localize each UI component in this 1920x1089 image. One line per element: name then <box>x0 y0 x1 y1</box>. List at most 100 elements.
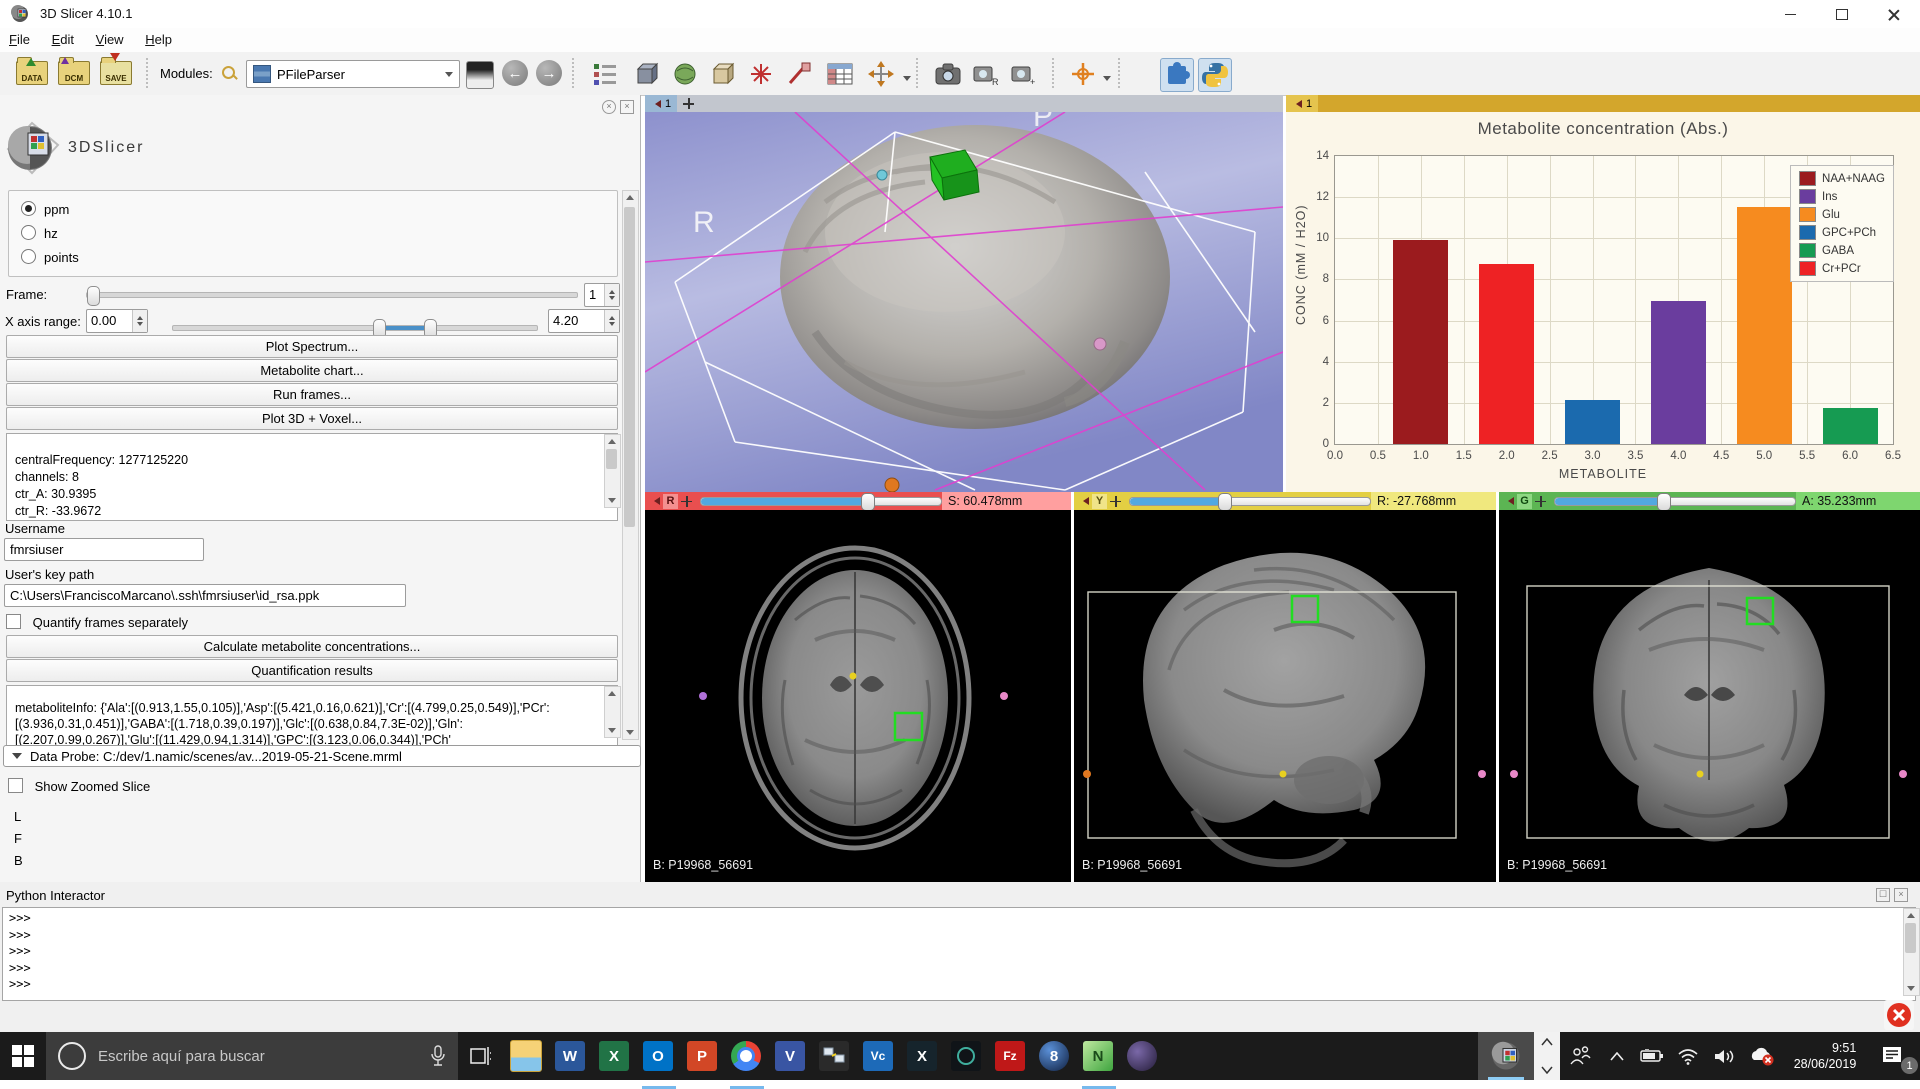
taskbar-app-outlook[interactable]: O <box>636 1032 680 1080</box>
extensions-button[interactable] <box>1160 58 1194 92</box>
radio-ppm[interactable]: ppm <box>21 201 69 217</box>
username-input[interactable]: fmrsiuser <box>4 538 204 561</box>
frame-slider[interactable] <box>86 292 578 298</box>
annotations-icon[interactable] <box>786 61 812 87</box>
info-scrollbar[interactable] <box>604 434 621 508</box>
capture-settings-icon[interactable]: + <box>1010 61 1038 87</box>
menu-file[interactable]: File <box>0 28 39 51</box>
taskbar-slicer-button[interactable] <box>1478 1032 1534 1080</box>
menu-edit[interactable]: Edit <box>43 28 83 51</box>
brain-atlas-icon[interactable] <box>672 61 698 87</box>
header-info-box[interactable]: centralFrequency: 1277125220 channels: 8… <box>6 433 618 521</box>
forward-button[interactable]: → <box>536 60 562 86</box>
battery-tray-icon[interactable] <box>1634 1032 1670 1080</box>
volume-module-icon[interactable] <box>710 61 736 87</box>
tables-icon[interactable] <box>826 61 854 87</box>
pin-icon[interactable] <box>1504 497 1514 505</box>
metabolite-chart-button[interactable]: Metabolite chart... <box>6 359 618 382</box>
threed-view[interactable]: 1 R P <box>645 95 1283 492</box>
markups-icon[interactable] <box>748 61 774 87</box>
panel-undock-icon[interactable]: × <box>602 100 616 114</box>
taskbar-app-filezilla[interactable]: Fz <box>988 1032 1032 1080</box>
clock[interactable]: 9:51 28/06/2019 <box>1782 1032 1868 1080</box>
yellow-slice-tab[interactable]: Y <box>1092 494 1107 509</box>
taskbar-search[interactable]: Escribe aquí para buscar <box>46 1032 458 1080</box>
panel-undock-icon[interactable]: ☐ <box>1876 888 1890 902</box>
quantify-checkbox[interactable]: Quantify frames separately <box>6 614 188 630</box>
wifi-tray-icon[interactable] <box>1670 1032 1706 1080</box>
people-button[interactable] <box>1560 1032 1600 1080</box>
python-scrollbar[interactable] <box>1903 908 1920 996</box>
volume-tray-icon[interactable] <box>1706 1032 1742 1080</box>
slice-menu-icon[interactable] <box>681 496 692 507</box>
scene-views-icon[interactable] <box>634 61 660 87</box>
taskbar-app-mplab[interactable]: X <box>900 1032 944 1080</box>
green-slice-slider[interactable] <box>1554 497 1796 506</box>
taskbar-app-word[interactable]: W <box>548 1032 592 1080</box>
module-selector[interactable]: PFileParser <box>246 60 460 88</box>
screen-capture-icon[interactable] <box>934 61 962 87</box>
close-button[interactable] <box>1868 0 1920 28</box>
module-history-icon[interactable] <box>592 61 618 87</box>
chevron-down-icon[interactable] <box>903 76 911 85</box>
radio-hz[interactable]: hz <box>21 225 58 241</box>
crosshair-icon[interactable] <box>1070 61 1096 87</box>
frame-spinbox[interactable]: 1 <box>584 283 620 307</box>
green-slice-tab[interactable]: G <box>1517 494 1532 509</box>
plot-spectrum-button[interactable]: Plot Spectrum... <box>6 335 618 358</box>
metabolite-info-box[interactable]: metaboliteInfo: {'Ala':[(0.913,1.55,0.10… <box>6 685 618 751</box>
metabolite-scrollbar[interactable] <box>604 686 621 738</box>
load-data-button[interactable]: DATA <box>16 61 48 85</box>
taskbar-app-putty[interactable] <box>812 1032 856 1080</box>
xaxis-max-spinbox[interactable]: 4.20 <box>548 309 620 333</box>
taskbar-app-vnc[interactable]: Vc <box>856 1032 900 1080</box>
task-view-button[interactable] <box>458 1032 504 1080</box>
threed-view-tab[interactable]: 1 <box>645 95 677 112</box>
panel-close-icon[interactable]: × <box>1894 888 1908 902</box>
chevron-down-icon[interactable] <box>1103 76 1111 85</box>
taskbar-app-notepadpp[interactable]: N <box>1076 1032 1120 1080</box>
menu-view[interactable]: View <box>87 28 133 51</box>
chart-view-tab[interactable]: 1 <box>1286 95 1318 112</box>
xaxis-range-slider[interactable] <box>172 325 538 331</box>
taskbar-app-gns3[interactable] <box>944 1032 988 1080</box>
back-button[interactable]: ← <box>502 60 528 86</box>
red-slice-tab[interactable]: R <box>663 494 678 509</box>
radio-points[interactable]: points <box>21 249 79 265</box>
slider-handle[interactable] <box>1218 493 1232 511</box>
taskbar-app-bitvise[interactable]: 8 <box>1032 1032 1076 1080</box>
data-probe-collapsible[interactable]: Data Probe: C:/dev/1.namic/scenes/av...2… <box>3 745 641 767</box>
taskbar-app-visio[interactable]: V <box>768 1032 812 1080</box>
show-zoomed-checkbox[interactable]: Show Zoomed Slice <box>8 778 150 794</box>
tray-expand-button[interactable] <box>1600 1032 1634 1080</box>
maximize-button[interactable] <box>1816 0 1868 28</box>
load-dicom-button[interactable]: DCM <box>58 61 90 85</box>
minimize-button[interactable] <box>1764 0 1816 28</box>
taskbar-app-excel[interactable]: X <box>592 1032 636 1080</box>
keypath-input[interactable]: C:\Users\FranciscoMarcano\.ssh\fmrsiuser… <box>4 584 406 607</box>
run-frames-button[interactable]: Run frames... <box>6 383 618 406</box>
onedrive-tray-icon[interactable] <box>1742 1032 1782 1080</box>
python-console-button[interactable] <box>1198 58 1232 92</box>
red-slice-view[interactable]: B: P19968_56691 <box>645 510 1071 882</box>
yellow-slice-slider[interactable] <box>1129 497 1371 506</box>
spin-arrows-icon[interactable] <box>132 310 147 332</box>
spin-arrows-icon[interactable] <box>604 284 619 306</box>
quantification-results-button[interactable]: Quantification results <box>6 659 618 682</box>
pin-icon[interactable] <box>650 497 660 505</box>
taskbar-app-powerpoint[interactable]: P <box>680 1032 724 1080</box>
xaxis-min-spinbox[interactable]: 0.00 <box>86 309 148 333</box>
taskbar-scroll-buttons[interactable] <box>1534 1032 1560 1080</box>
plot-3d-voxel-button[interactable]: Plot 3D + Voxel... <box>6 407 618 430</box>
spin-arrows-icon[interactable] <box>604 310 619 332</box>
taskbar-app-chrome[interactable] <box>724 1032 768 1080</box>
slider-handle[interactable] <box>1657 493 1671 511</box>
layout-selector-button[interactable] <box>466 61 494 89</box>
taskbar-app-eclipse[interactable] <box>1120 1032 1164 1080</box>
scene-capture-icon[interactable]: R <box>972 61 1000 87</box>
menu-help[interactable]: Help <box>136 28 181 51</box>
transforms-icon[interactable] <box>868 61 894 87</box>
green-slice-view[interactable]: B: P19968_56691 <box>1499 510 1920 882</box>
microphone-icon[interactable] <box>430 1045 446 1067</box>
panel-close-icon[interactable]: × <box>620 100 634 114</box>
